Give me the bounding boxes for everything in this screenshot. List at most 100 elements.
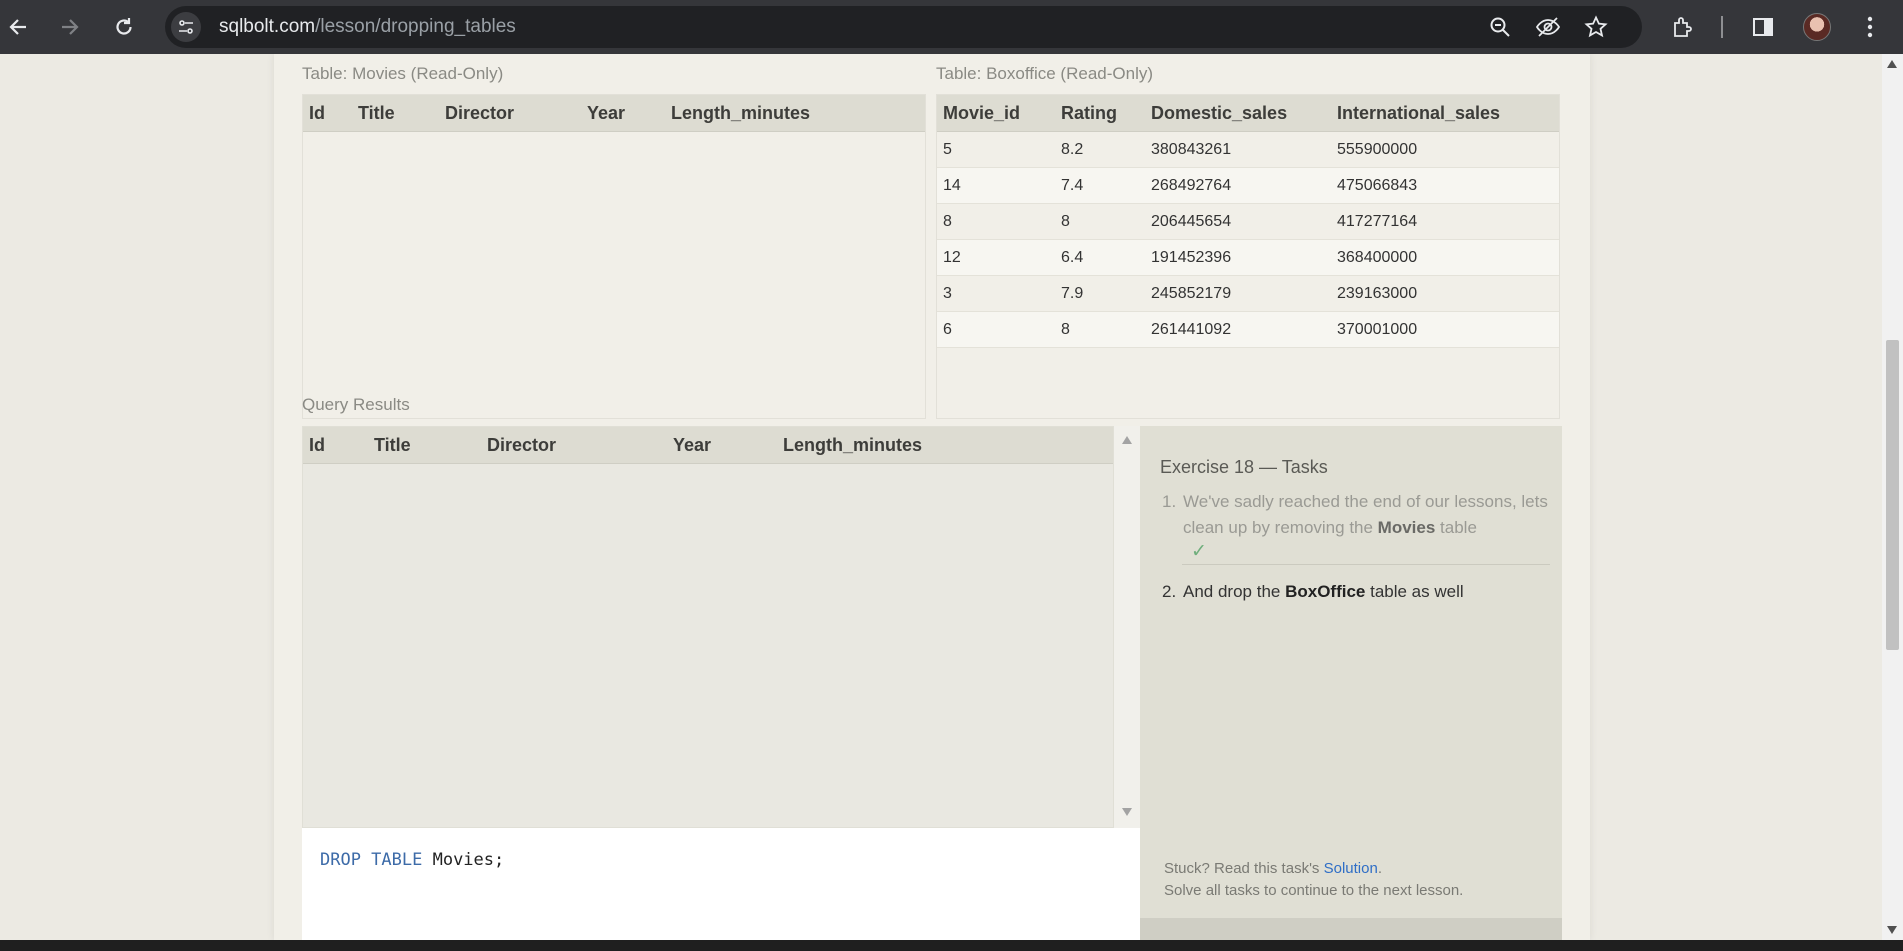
table-cell: 7.9 [1061, 284, 1084, 302]
column-header: Length_minutes [783, 434, 923, 455]
page-scroll-up-icon[interactable] [1887, 60, 1897, 68]
boxoffice-table[interactable]: Movie_id Rating Domestic_sales Internati… [936, 94, 1560, 419]
table-cell: 8 [943, 212, 952, 230]
results-table-header: Id Title Director Year Length_minutes [303, 427, 1113, 464]
table-cell: 261441092 [1151, 320, 1232, 338]
column-header: Director [445, 102, 515, 123]
forward-arrow-icon [62, 19, 79, 35]
stuck-text-end: . [1377, 860, 1382, 877]
sql-text: Movies; [422, 850, 505, 870]
table-cell: 8.2 [1061, 140, 1084, 158]
column-header: Domestic_sales [1151, 102, 1288, 123]
bookmark-star-icon[interactable] [1582, 13, 1610, 41]
stuck-text: Stuck? Read this task's [1164, 860, 1324, 877]
page-scrollbar[interactable] [1882, 54, 1903, 940]
task-text-part: table as well [1365, 582, 1464, 601]
page-viewport: Table: Movies (Read-Only) Id Title Direc… [0, 54, 1882, 940]
table-row: 12 6.4 191452396 368400000 [937, 240, 1559, 276]
url-path: /lesson/dropping_tables [315, 16, 516, 37]
side-panel-icon[interactable] [1749, 13, 1777, 41]
back-button[interactable] [0, 9, 36, 45]
column-header: International_sales [1337, 102, 1501, 123]
table-row: 8 8 206445654 417277164 [937, 204, 1559, 240]
page-scroll-thumb[interactable] [1886, 340, 1899, 650]
movies-table-caption: Table: Movies (Read-Only) [302, 64, 504, 83]
address-bar[interactable]: sqlbolt.com/lesson/dropping_tables [165, 6, 1642, 48]
boxoffice-table-header: Movie_id Rating Domestic_sales Internati… [937, 95, 1559, 132]
table-cell: 206445654 [1151, 212, 1232, 230]
url-domain: sqlbolt.com [219, 16, 316, 37]
sql-keyword: DROP TABLE [320, 850, 423, 870]
table-cell: 417277164 [1337, 212, 1418, 230]
table-row: 3 7.9 245852179 239163000 [937, 276, 1559, 312]
url-text[interactable]: sqlbolt.com/lesson/dropping_tables [219, 16, 516, 38]
table-cell: 245852179 [1151, 284, 1232, 302]
tasks-footer-bar [1140, 918, 1562, 940]
table-cell: 14 [943, 176, 961, 194]
task-text: We've sadly reached the end of our lesso… [1183, 489, 1555, 541]
task-table-name: BoxOffice [1285, 582, 1366, 601]
solution-hint: Stuck? Read this task's Solution. Solve … [1164, 858, 1463, 902]
table-cell: 5 [943, 140, 952, 158]
table-cell: 12 [943, 248, 961, 266]
table-cell: 555900000 [1337, 140, 1418, 158]
task-text-part: table [1435, 518, 1477, 537]
column-header: Director [487, 434, 557, 455]
task-number: 1. [1162, 492, 1177, 511]
browser-toolbar: sqlbolt.com/lesson/dropping_tables [0, 0, 1903, 54]
table-cell: 475066843 [1337, 176, 1418, 194]
column-header: Year [587, 102, 626, 123]
reload-icon [116, 18, 132, 35]
table-cell: 191452396 [1151, 248, 1232, 266]
table-row: 6 8 261441092 370001000 [937, 312, 1559, 348]
results-scrollbar[interactable] [1114, 426, 1140, 828]
zoom-icon[interactable] [1486, 13, 1514, 41]
solution-link[interactable]: Solution [1324, 860, 1378, 877]
tracking-protection-icon[interactable] [1534, 13, 1562, 41]
page-scroll-down-icon[interactable] [1887, 926, 1897, 934]
column-header: Movie_id [943, 102, 1021, 123]
site-info-icon[interactable] [171, 12, 201, 42]
column-header: Rating [1061, 102, 1117, 123]
movies-table: Id Title Director Year Length_minutes [302, 94, 926, 419]
table-cell: 3 [943, 284, 952, 302]
table-cell: 8 [1061, 320, 1070, 338]
back-arrow-icon [9, 19, 26, 35]
scroll-down-arrow-icon[interactable] [1122, 808, 1132, 816]
table-cell: 8 [1061, 212, 1070, 230]
movies-table-header: Id Title Director Year Length_minutes [303, 95, 925, 132]
toolbar-divider [1721, 16, 1723, 38]
column-header: Length_minutes [671, 102, 811, 123]
reload-button[interactable] [106, 9, 142, 45]
profile-avatar[interactable] [1803, 13, 1831, 41]
tasks-title: Exercise 18 — Tasks [1160, 457, 1328, 477]
scroll-up-arrow-icon[interactable] [1122, 436, 1132, 444]
table-cell: 6 [943, 320, 952, 338]
task-text-part: We've sadly reached the end of our lesso… [1183, 492, 1548, 537]
task-divider [1182, 564, 1550, 565]
table-cell: 380843261 [1151, 140, 1232, 158]
task-text: And drop the BoxOffice table as well [1183, 579, 1555, 605]
sql-code[interactable]: DROP TABLE Movies; [320, 850, 504, 870]
task-table-name: Movies [1377, 518, 1436, 537]
column-header: Id [309, 434, 325, 455]
table-cell: 7.4 [1061, 176, 1084, 194]
continue-note: Solve all tasks to continue to the next … [1164, 882, 1464, 899]
table-cell: 370001000 [1337, 320, 1418, 338]
column-header: Title [358, 102, 395, 123]
menu-kebab-icon[interactable] [1856, 13, 1884, 41]
sql-editor[interactable]: DROP TABLE Movies; [302, 828, 1140, 940]
task-complete-check-icon: ✓ [1191, 541, 1207, 562]
tasks-panel: Exercise 18 — Tasks 1. We've sadly reach… [1140, 426, 1562, 940]
lesson-content: Table: Movies (Read-Only) Id Title Direc… [274, 54, 1590, 940]
task-text-part: And drop the [1183, 582, 1286, 601]
table-row: 5 8.2 380843261 555900000 [937, 132, 1559, 168]
boxoffice-table-body: 5 8.2 380843261 555900000 14 7.4 2684927… [937, 132, 1559, 348]
query-results-table: Id Title Director Year Length_minutes [302, 426, 1114, 828]
table-row: 14 7.4 268492764 475066843 [937, 168, 1559, 204]
table-cell: 6.4 [1061, 248, 1084, 266]
extensions-icon[interactable] [1669, 13, 1697, 41]
table-cell: 239163000 [1337, 284, 1418, 302]
table-cell: 268492764 [1151, 176, 1232, 194]
forward-button[interactable] [52, 9, 88, 45]
